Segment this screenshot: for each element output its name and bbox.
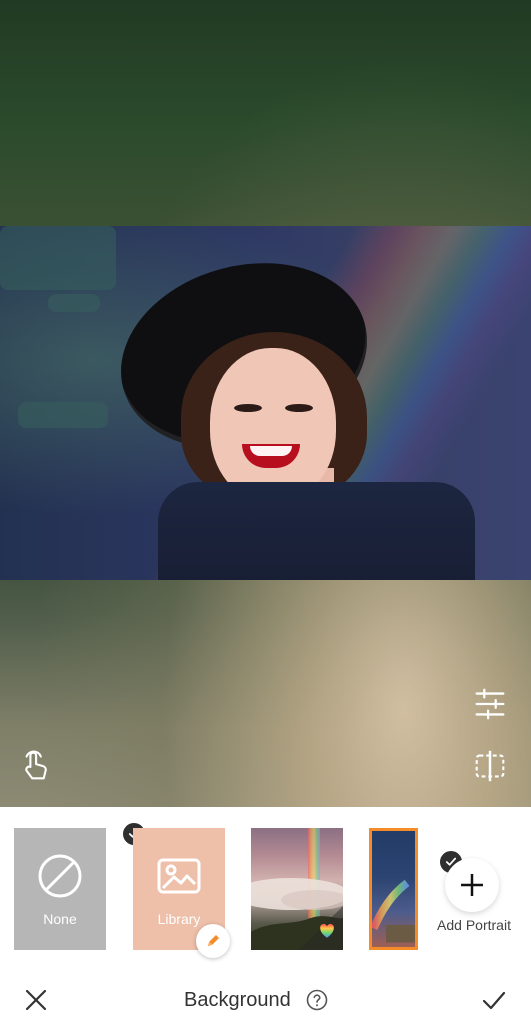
bottom-action-bar: Background — [0, 975, 531, 1024]
sliders-icon[interactable] — [470, 684, 510, 724]
screen-title: Background — [184, 989, 291, 1011]
add-portrait-button[interactable]: Add Portrait — [431, 828, 517, 950]
background-options-tray: None Library Add Portrait — [0, 807, 531, 975]
portrait-subject — [99, 236, 475, 580]
bg-option-rainbow-1[interactable] — [251, 828, 343, 950]
app-root: None Library Add Portrait Background — [0, 0, 531, 1024]
hand-touch-icon[interactable] — [18, 746, 58, 786]
eye-left — [234, 404, 262, 412]
editor-canvas[interactable] — [0, 0, 531, 807]
foliage-shape — [18, 402, 108, 428]
plus-icon[interactable] — [445, 858, 499, 912]
rainbow-thumb — [372, 879, 415, 943]
bg-option-rainbow-2[interactable] — [369, 828, 418, 950]
foliage-shape — [0, 226, 116, 290]
confirm-button[interactable] — [475, 981, 513, 1019]
face-shape — [210, 348, 336, 502]
bg-option-none[interactable]: None — [14, 828, 106, 950]
close-button[interactable] — [17, 981, 55, 1019]
shirt-shape — [158, 482, 475, 580]
add-portrait-label: Add Portrait — [437, 917, 511, 933]
pencil-icon[interactable] — [196, 924, 230, 958]
teeth-shape — [250, 446, 292, 456]
bg-option-label: None — [43, 911, 77, 927]
image-icon — [157, 858, 201, 894]
help-icon[interactable] — [306, 989, 328, 1011]
heart-icon — [320, 923, 334, 938]
eye-right — [285, 404, 313, 412]
foliage-shape — [48, 294, 100, 312]
split-compare-icon[interactable] — [470, 746, 510, 786]
photo-preview — [0, 226, 531, 580]
close-icon — [25, 989, 47, 1011]
prohibited-icon — [38, 854, 82, 898]
check-icon — [482, 991, 506, 1010]
